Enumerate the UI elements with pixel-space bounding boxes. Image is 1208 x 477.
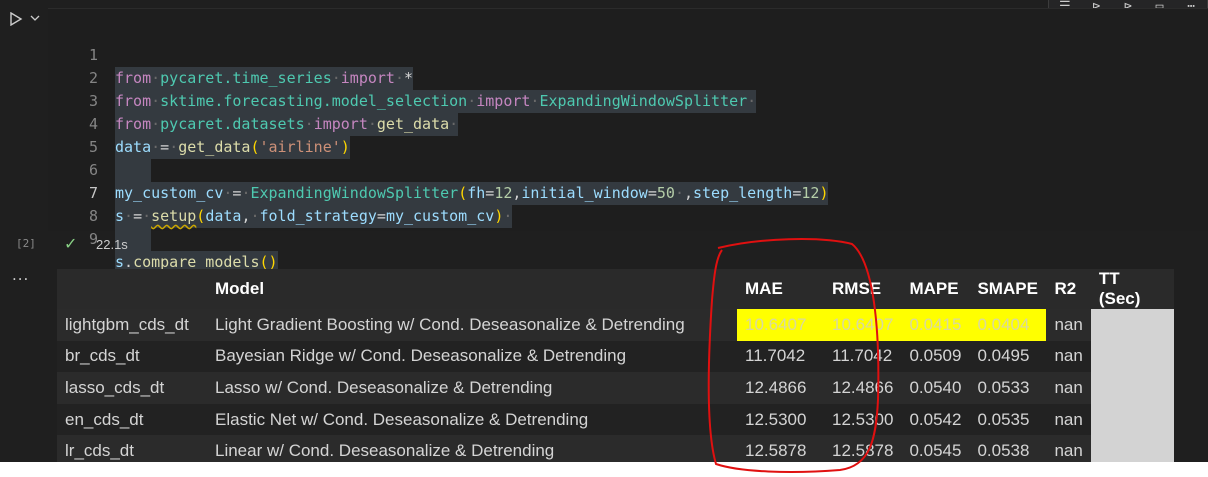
row-mae: 12.4866 bbox=[737, 372, 824, 404]
row-mape: 0.0509 bbox=[901, 340, 970, 373]
keyword: from bbox=[115, 115, 152, 133]
row-model: Elastic Net w/ Cond. Deseasonalize & Det… bbox=[207, 403, 737, 436]
row-model: Bayesian Ridge w/ Cond. Deseasonalize & … bbox=[207, 340, 737, 373]
column-header-tt: TT (Sec) bbox=[1090, 269, 1174, 309]
row-id: br_cds_dt bbox=[57, 340, 207, 373]
row-mape: 0.0415 bbox=[901, 309, 970, 341]
parameter: fold_strategy bbox=[259, 207, 377, 225]
class-name: ExpandingWindowSplitter bbox=[539, 92, 748, 110]
number-literal: 12 bbox=[801, 184, 820, 202]
operator: = bbox=[160, 138, 170, 156]
execution-count: [2] bbox=[16, 237, 36, 250]
parameter: step_length bbox=[693, 184, 793, 202]
column-header-smape: SMAPE bbox=[969, 269, 1047, 309]
row-tt bbox=[1090, 340, 1174, 373]
function-name: get_data bbox=[376, 115, 450, 133]
keyword: import bbox=[313, 115, 368, 133]
compare-models-table: Model MAE RMSE MAPE SMAPE R2 TT (Sec) li… bbox=[57, 269, 1174, 467]
row-tt bbox=[1090, 372, 1174, 404]
parameter: fh bbox=[467, 184, 486, 202]
row-mae: 10.6407 bbox=[737, 309, 824, 341]
row-smape: 0.0535 bbox=[969, 403, 1047, 436]
operator: = bbox=[133, 207, 143, 225]
parameter: initial_window bbox=[521, 184, 648, 202]
number-literal: 12 bbox=[494, 184, 513, 202]
row-smape: 0.0404 bbox=[969, 309, 1047, 341]
page-background-strip bbox=[0, 462, 1208, 477]
function-name: setup bbox=[151, 207, 197, 225]
row-r2: nan bbox=[1046, 309, 1091, 341]
code-line: 7 s·=·setup(data,·fold_strategy=my_custo… bbox=[48, 159, 513, 228]
keyword: import bbox=[476, 92, 531, 110]
row-mape: 0.0540 bbox=[901, 372, 970, 404]
code-line: 2 from·sktime.forecasting.model_selectio… bbox=[48, 44, 757, 113]
table-row: br_cds_dt Bayesian Ridge w/ Cond. Deseas… bbox=[57, 340, 1174, 373]
import-star: * bbox=[404, 69, 414, 87]
keyword: from bbox=[115, 69, 152, 87]
code-line: 3 from·pycaret.datasets·import·get_data· bbox=[48, 67, 459, 136]
row-model: Lasso w/ Cond. Deseasonalize & Detrendin… bbox=[207, 372, 737, 404]
module-name: pycaret.datasets bbox=[160, 115, 305, 133]
table-header-row: Model MAE RMSE MAPE SMAPE R2 TT (Sec) bbox=[57, 269, 1174, 309]
run-cell-icon[interactable] bbox=[9, 12, 23, 26]
code-line: 8 bbox=[48, 182, 152, 251]
code-line: 5 bbox=[48, 113, 152, 182]
table-row: en_cds_dt Elastic Net w/ Cond. Deseasona… bbox=[57, 403, 1174, 436]
table-row: lasso_cds_dt Lasso w/ Cond. Deseasonaliz… bbox=[57, 372, 1174, 404]
variable: s bbox=[115, 207, 125, 225]
row-mae: 12.5300 bbox=[737, 403, 824, 436]
number-literal: 50 bbox=[656, 184, 675, 202]
column-header-index bbox=[57, 269, 207, 309]
module-name: sktime.forecasting.model_selection bbox=[160, 92, 468, 110]
code-line: 4 data·=·get_data('airline') bbox=[48, 90, 350, 159]
keyword: from bbox=[115, 92, 152, 110]
code-line: 6 my_custom_cv·=·ExpandingWindowSplitter… bbox=[48, 136, 829, 205]
column-header-mape: MAPE bbox=[901, 269, 970, 309]
column-header-r2: R2 bbox=[1046, 269, 1091, 309]
module-name: pycaret.time_series bbox=[160, 69, 332, 87]
row-r2: nan bbox=[1046, 372, 1091, 404]
function-name: get_data bbox=[178, 138, 251, 156]
class-name: ExpandingWindowSplitter bbox=[250, 184, 459, 202]
row-r2: nan bbox=[1046, 340, 1091, 373]
row-mape: 0.0542 bbox=[901, 403, 970, 436]
row-mae: 11.7042 bbox=[737, 340, 824, 373]
table-row: lightgbm_cds_dt Light Gradient Boosting … bbox=[57, 309, 1174, 341]
row-smape: 0.0495 bbox=[969, 340, 1047, 373]
column-header-model: Model bbox=[207, 269, 737, 309]
row-tt bbox=[1090, 309, 1174, 341]
chevron-down-icon[interactable] bbox=[30, 13, 40, 23]
code-line: 9 s.compare_models() bbox=[48, 205, 278, 274]
code-line: 1 from·pycaret.time_series·import·* bbox=[48, 21, 414, 90]
variable: data bbox=[115, 138, 152, 156]
check-icon: ✓ bbox=[64, 234, 78, 253]
row-model: Light Gradient Boosting w/ Cond. Deseaso… bbox=[207, 309, 737, 341]
row-rmse: 10.6407 bbox=[824, 309, 902, 341]
row-rmse: 11.7042 bbox=[824, 340, 902, 373]
row-smape: 0.0533 bbox=[969, 372, 1047, 404]
execution-time: 22.1s bbox=[96, 237, 128, 252]
keyword: import bbox=[340, 69, 395, 87]
argument: data bbox=[205, 207, 242, 225]
row-rmse: 12.5300 bbox=[824, 403, 902, 436]
row-tt bbox=[1090, 403, 1174, 436]
code-editor[interactable]: 1 from·pycaret.time_series·import·* 2 fr… bbox=[48, 8, 1208, 274]
variable: my_custom_cv bbox=[115, 184, 224, 202]
row-rmse: 12.4866 bbox=[824, 372, 902, 404]
argument: my_custom_cv bbox=[385, 207, 495, 225]
output-more-icon[interactable]: ... bbox=[12, 266, 29, 284]
string-literal: 'airline' bbox=[259, 138, 341, 156]
column-header-mae: MAE bbox=[737, 269, 824, 309]
column-header-rmse: RMSE bbox=[824, 269, 902, 309]
row-r2: nan bbox=[1046, 403, 1091, 436]
row-id: en_cds_dt bbox=[57, 403, 207, 436]
row-id: lasso_cds_dt bbox=[57, 372, 207, 404]
row-id: lightgbm_cds_dt bbox=[57, 309, 207, 341]
